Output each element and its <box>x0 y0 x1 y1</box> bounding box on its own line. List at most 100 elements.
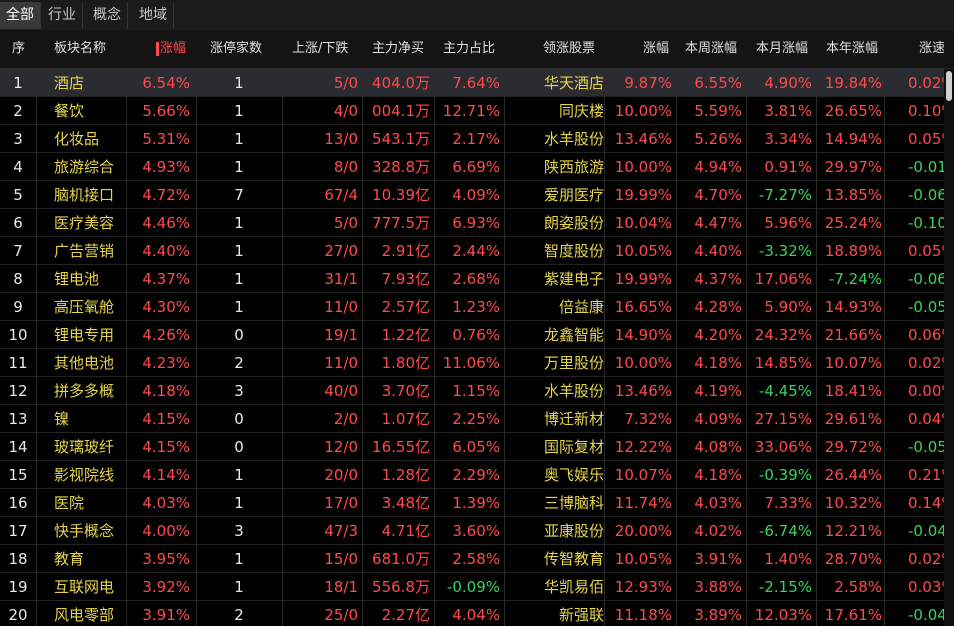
cell-speed: 0.14% <box>908 494 944 512</box>
cell-change: 4.18% <box>142 382 190 400</box>
cell-week-change: 4.18% <box>694 466 742 484</box>
cell-change: 5.31% <box>142 130 190 148</box>
cell-leader-change: 7.32% <box>624 410 672 428</box>
cell-speed: -0.04% <box>908 522 944 540</box>
header-month-change[interactable]: 本月涨幅 <box>756 30 816 68</box>
cell-share: 6.05% <box>452 438 500 456</box>
cell-up-down: 17/0 <box>324 494 358 512</box>
header-name[interactable]: 板块名称 <box>54 30 124 68</box>
table-row[interactable]: 10 锂电专用 4.26% 0 19/1 1.22亿 0.76% 龙鑫智能 14.90% 4.20… <box>0 321 944 349</box>
column-divider <box>36 69 37 626</box>
cell-share: 2.25% <box>452 410 500 428</box>
table-row[interactable]: 2 餐饮 5.66% 1 4/0 004.1万 12.71% 同庆楼 10.00% 5.59% 3.… <box>0 97 944 125</box>
cell-share: 4.09% <box>452 186 500 204</box>
cell-year-change: 26.65% <box>824 102 882 120</box>
header-limit-up[interactable]: 涨停家数 <box>210 30 280 68</box>
cell-seq: 6 <box>13 214 23 232</box>
tab-industry[interactable]: 行业 <box>42 2 83 29</box>
cell-year-change: 28.70% <box>824 550 882 568</box>
cell-month-change: 3.34% <box>764 130 812 148</box>
cell-speed: 0.03% <box>908 578 944 596</box>
table-row[interactable]: 7 广告营销 4.40% 1 27/0 2.91亿 2.44% 智度股份 10.05% 4.40%… <box>0 237 944 265</box>
table-row[interactable]: 9 高压氧舱 4.30% 1 11/0 2.57亿 1.23% 倍益康 16.65% 4.28% 5… <box>0 293 944 321</box>
header-year-change[interactable]: 本年涨幅 <box>826 30 886 68</box>
cell-up-down: 18/1 <box>324 578 358 596</box>
header-speed[interactable]: 涨速 <box>919 30 944 68</box>
cell-year-change: 18.41% <box>824 382 882 400</box>
header-seq[interactable]: 序 <box>12 30 42 68</box>
cell-speed: 0.05% <box>908 130 944 148</box>
cell-name: 玻璃玻纤 <box>54 438 115 456</box>
cell-name: 旅游综合 <box>54 158 115 176</box>
cell-name: 镍 <box>54 410 70 428</box>
cell-share: 1.15% <box>452 382 500 400</box>
header-leader[interactable]: 领涨股票 <box>543 30 603 68</box>
header-week-change[interactable]: 本周涨幅 <box>685 30 745 68</box>
cell-leader-change: 13.46% <box>614 130 672 148</box>
table-row[interactable]: 12 拼多多概 4.18% 3 40/0 3.70亿 1.15% 水羊股份 13.46% 4.19… <box>0 377 944 405</box>
table-row[interactable]: 13 镍 4.15% 0 2/0 1.07亿 2.25% 博迁新材 7.32% 4.09% 27.1… <box>0 405 944 433</box>
cell-leader: 水羊股份 <box>543 382 604 400</box>
table-row[interactable]: 19 互联网电 3.92% 1 18/1 556.8万 -0.09% 华凯易佰 12.93% 3.… <box>0 573 944 601</box>
table-row[interactable]: 16 医院 4.03% 1 17/0 3.48亿 1.39% 三博脑科 11.74% 4.03% 7… <box>0 489 944 517</box>
cell-name: 快手概念 <box>54 522 115 540</box>
cell-up-down: 25/0 <box>324 606 358 624</box>
table-row[interactable]: 4 旅游综合 4.93% 1 8/0 328.8万 6.69% 陕西旅游 10.00% 4.94%… <box>0 153 944 181</box>
cell-week-change: 4.03% <box>694 494 742 512</box>
cell-speed: 0.06% <box>908 326 944 344</box>
cell-limit-up: 0 <box>234 326 244 344</box>
cell-change: 4.46% <box>142 214 190 232</box>
table-row[interactable]: 20 风电零部 3.91% 2 25/0 2.27亿 4.04% 新强联 11.18% 3.89%… <box>0 601 944 626</box>
cell-leader: 倍益康 <box>558 298 604 316</box>
scrollbar-thumb[interactable] <box>946 71 952 101</box>
cell-leader-change: 11.74% <box>614 494 672 512</box>
header-leader-change[interactable]: 涨幅 <box>643 30 673 68</box>
header-net-inflow[interactable]: 主力净买 <box>372 30 432 68</box>
cell-seq: 2 <box>13 102 23 120</box>
cell-limit-up: 0 <box>234 410 244 428</box>
header-change[interactable]: 涨幅 <box>156 30 196 68</box>
table-row[interactable]: 15 影视院线 4.14% 1 20/0 1.28亿 2.29% 奥飞娱乐 10.07% 4.18… <box>0 461 944 489</box>
cell-up-down: 2/0 <box>333 410 358 428</box>
cell-month-change: -7.27% <box>758 186 812 204</box>
cell-change: 5.66% <box>142 102 190 120</box>
cell-week-change: 4.09% <box>694 410 742 428</box>
cell-month-change: -0.39% <box>758 466 812 484</box>
table-row[interactable]: 3 化妆品 5.31% 1 13/0 543.1万 2.17% 水羊股份 13.46% 5.26%… <box>0 125 944 153</box>
cell-leader-change: 9.87% <box>624 74 672 92</box>
cell-name: 锂电专用 <box>54 326 115 344</box>
cell-week-change: 4.47% <box>694 214 742 232</box>
header-change-label: 涨幅 <box>160 41 187 56</box>
tab-concept[interactable]: 概念 <box>87 2 128 29</box>
header-share[interactable]: 主力占比 <box>443 30 503 68</box>
cell-year-change: 29.61% <box>824 410 882 428</box>
cell-net-inflow: 543.1万 <box>372 130 430 148</box>
cell-seq: 20 <box>8 606 28 624</box>
table-row[interactable]: 6 医疗美容 4.46% 1 5/0 777.5万 6.93% 朗姿股份 10.04% 4.47%… <box>0 209 944 237</box>
cell-leader: 传智教育 <box>543 550 604 568</box>
cell-limit-up: 1 <box>234 494 244 512</box>
cell-week-change: 5.59% <box>694 102 742 120</box>
tab-all[interactable]: 全部 <box>0 2 41 29</box>
vertical-scrollbar[interactable] <box>944 69 954 626</box>
cell-net-inflow: 1.07亿 <box>381 410 430 428</box>
cell-month-change: 0.91% <box>764 158 812 176</box>
table-row[interactable]: 18 教育 3.95% 1 15/0 681.0万 2.58% 传智教育 10.05% 3.91%… <box>0 545 944 573</box>
cell-limit-up: 1 <box>234 158 244 176</box>
cell-change: 3.91% <box>142 606 190 624</box>
cell-up-down: 5/0 <box>333 74 358 92</box>
header-up-down[interactable]: 上涨/下跌 <box>292 30 362 68</box>
table-row[interactable]: 1 酒店 6.54% 1 5/0 404.0万 7.64% 华天酒店 9.87% 6.55% 4.9… <box>0 69 944 97</box>
tab-region[interactable]: 地域 <box>133 2 174 29</box>
cell-leader: 博迁新材 <box>543 410 604 428</box>
table-row[interactable]: 5 脑机接口 4.72% 7 67/4 10.39亿 4.09% 爱朋医疗 19.99% 4.70… <box>0 181 944 209</box>
cell-limit-up: 3 <box>234 522 244 540</box>
table-row[interactable]: 14 玻璃玻纤 4.15% 0 12/0 16.55亿 6.05% 国际复材 12.22% 4.0… <box>0 433 944 461</box>
column-divider <box>434 69 435 626</box>
table-row[interactable]: 17 快手概念 4.00% 3 47/3 4.71亿 3.60% 亚康股份 20.00% 4.02… <box>0 517 944 545</box>
cell-seq: 11 <box>8 354 28 372</box>
table-row[interactable]: 11 其他电池 4.23% 2 11/0 1.80亿 11.06% 万里股份 10.00% 4.1… <box>0 349 944 377</box>
cell-seq: 18 <box>8 550 28 568</box>
cell-leader-change: 16.65% <box>614 298 672 316</box>
table-row[interactable]: 8 锂电池 4.37% 1 31/1 7.93亿 2.68% 紫建电子 19.99% 4.37% 1… <box>0 265 944 293</box>
